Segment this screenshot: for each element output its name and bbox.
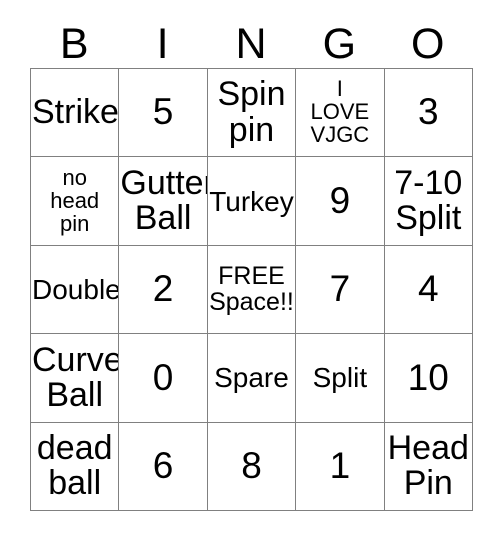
bingo-cell-text: FREE Space!! bbox=[209, 262, 294, 317]
bingo-cell-text: 9 bbox=[329, 179, 351, 221]
bingo-cell-g5[interactable]: 1 bbox=[295, 421, 385, 511]
bingo-cell-text: Split bbox=[312, 362, 368, 394]
bingo-cell-i2[interactable]: Gutter Ball bbox=[118, 156, 208, 246]
bingo-cell-g1[interactable]: I LOVE VJGC bbox=[295, 67, 385, 158]
bingo-cell-text: 8 bbox=[241, 445, 262, 487]
bingo-cell-text: 1 bbox=[329, 445, 351, 487]
bingo-cell-o2[interactable]: 7-10 Split bbox=[383, 156, 473, 246]
bingo-cell-o5[interactable]: Head Pin bbox=[383, 421, 473, 511]
bingo-cell-text: 7-10 Split bbox=[394, 163, 463, 238]
bingo-cell-text: Double bbox=[32, 273, 119, 305]
bingo-cell-b3[interactable]: Double bbox=[29, 244, 120, 335]
bingo-row: dead ball 6 8 1 Head Pin bbox=[29, 421, 473, 511]
bingo-cell-n5[interactable]: 8 bbox=[206, 421, 297, 511]
bingo-cell-text: 2 bbox=[152, 268, 174, 310]
bingo-cell-text: 6 bbox=[152, 445, 174, 487]
bingo-cell-i1[interactable]: 5 bbox=[118, 67, 208, 158]
bingo-cell-b2[interactable]: no head pin bbox=[29, 156, 120, 246]
bingo-cell-text: no head pin bbox=[50, 164, 100, 236]
bingo-header-letter-g: G bbox=[322, 20, 357, 68]
bingo-cell-text: 4 bbox=[417, 268, 439, 310]
bingo-row: Curve Ball 0 Spare Split 10 bbox=[29, 333, 473, 423]
bingo-row: no head pin Gutter Ball Turkey 9 7-10 Sp… bbox=[29, 156, 473, 246]
bingo-cell-g2[interactable]: 9 bbox=[295, 156, 385, 246]
bingo-header-letter-b: B bbox=[59, 20, 89, 68]
bingo-cell-text: Spin pin bbox=[217, 75, 286, 149]
bingo-cell-text: 5 bbox=[152, 91, 174, 133]
bingo-cell-text: I LOVE VJGC bbox=[310, 76, 370, 148]
bingo-cell-o3[interactable]: 4 bbox=[383, 244, 473, 335]
bingo-cell-text: Head Pin bbox=[387, 428, 469, 503]
bingo-cell-text: 10 bbox=[407, 356, 449, 398]
bingo-cell-b5[interactable]: dead ball bbox=[29, 421, 120, 511]
bingo-cell-text: Spare bbox=[214, 362, 289, 394]
bingo-card: B I N G O Strike 5 Spin pin I LOVE VJGC … bbox=[29, 10, 473, 511]
bingo-cell-text: Curve Ball bbox=[32, 340, 119, 414]
bingo-cell-b4[interactable]: Curve Ball bbox=[29, 333, 120, 423]
bingo-cell-text: dead ball bbox=[36, 428, 113, 503]
bingo-cell-o1[interactable]: 3 bbox=[383, 67, 473, 158]
bingo-cell-g3[interactable]: 7 bbox=[295, 244, 385, 335]
bingo-cell-i4[interactable]: 0 bbox=[118, 333, 208, 423]
bingo-cell-text: 3 bbox=[417, 91, 439, 133]
bingo-cell-n4[interactable]: Spare bbox=[206, 333, 297, 423]
bingo-cell-g4[interactable]: Split bbox=[295, 333, 385, 423]
bingo-cell-text: Strike bbox=[32, 93, 119, 132]
bingo-row: Double 2 FREE Space!! 7 4 bbox=[29, 244, 473, 335]
bingo-cell-i5[interactable]: 6 bbox=[118, 421, 208, 511]
bingo-cell-text: 7 bbox=[329, 268, 351, 310]
bingo-cell-text: Gutter Ball bbox=[120, 163, 208, 238]
bingo-row: Strike 5 Spin pin I LOVE VJGC 3 bbox=[29, 67, 473, 158]
bingo-header-letter-n: N bbox=[235, 20, 267, 68]
bingo-grid: Strike 5 Spin pin I LOVE VJGC 3 no head … bbox=[29, 67, 473, 511]
bingo-cell-text: 0 bbox=[152, 356, 174, 398]
bingo-cell-n2[interactable]: Turkey bbox=[206, 156, 297, 246]
bingo-cell-i3[interactable]: 2 bbox=[118, 244, 208, 335]
bingo-header-letter-o: O bbox=[411, 20, 445, 68]
bingo-cell-text: Turkey bbox=[209, 185, 294, 217]
bingo-header-row: B I N G O bbox=[30, 10, 472, 68]
bingo-cell-free-space[interactable]: FREE Space!! bbox=[206, 244, 297, 335]
bingo-header-letter-i: I bbox=[156, 20, 169, 68]
bingo-cell-b1[interactable]: Strike bbox=[29, 67, 120, 158]
bingo-cell-o4[interactable]: 10 bbox=[383, 333, 473, 423]
bingo-cell-n1[interactable]: Spin pin bbox=[206, 67, 297, 158]
